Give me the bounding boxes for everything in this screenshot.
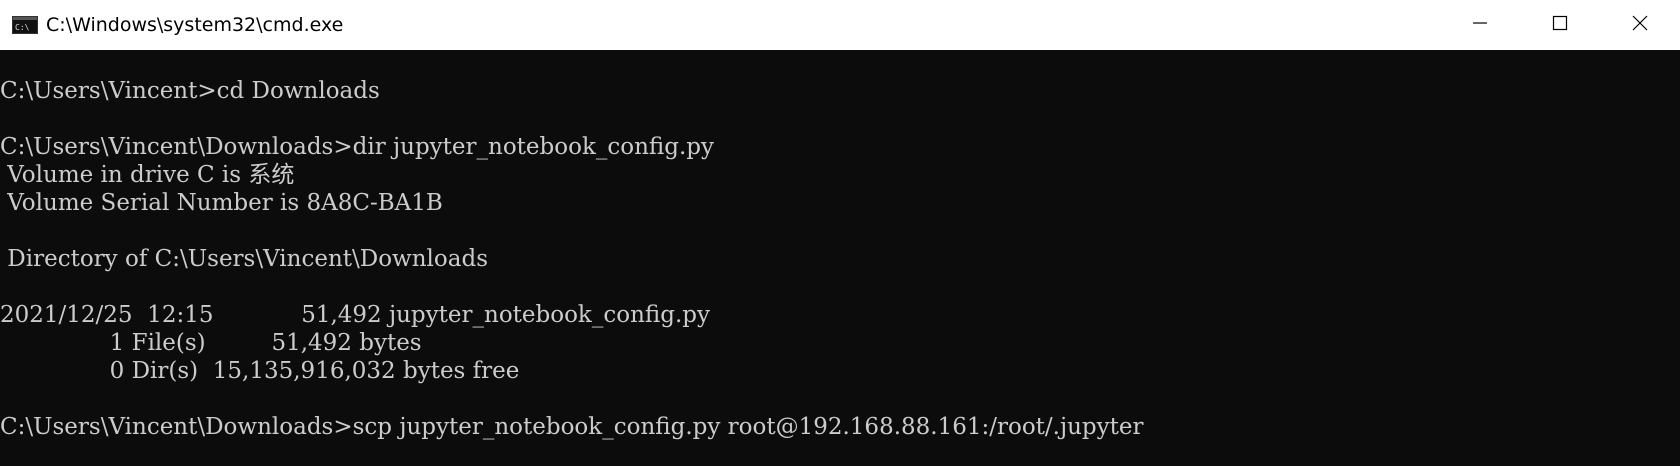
console-line: Volume Serial Number is 8A8C-BA1B (0, 190, 443, 216)
console-line: Directory of C:\Users\Vincent\Downloads (0, 246, 488, 272)
console-line: Volume in drive C is 系统 (0, 162, 295, 188)
svg-text:C:\: C:\ (15, 23, 30, 32)
console-output[interactable]: C:\Users\Vincent>cd Downloads C:\Users\V… (0, 50, 1680, 466)
maximize-icon (1552, 15, 1568, 36)
maximize-button[interactable] (1520, 0, 1600, 50)
window-controls (1440, 0, 1680, 50)
console-line: C:\Users\Vincent>cd Downloads (0, 78, 380, 104)
minimize-icon (1472, 15, 1488, 36)
close-icon (1632, 15, 1648, 36)
console-line: 1 File(s) 51,492 bytes (0, 330, 422, 356)
console-line: 2021/12/25 12:15 51,492 jupyter_notebook… (0, 302, 711, 328)
console-line: C:\Users\Vincent\Downloads>scp jupyter_n… (0, 414, 1144, 440)
console-line: 0 Dir(s) 15,135,916,032 bytes free (0, 358, 520, 384)
cmd-window: C:\ C:\Windows\system32\cmd.exe C:\Users… (0, 0, 1680, 466)
minimize-button[interactable] (1440, 0, 1520, 50)
console-line: C:\Users\Vincent\Downloads>dir jupyter_n… (0, 134, 715, 160)
window-title: C:\Windows\system32\cmd.exe (46, 14, 344, 36)
close-button[interactable] (1600, 0, 1680, 50)
cmd-app-icon[interactable]: C:\ (12, 16, 38, 34)
title-bar[interactable]: C:\ C:\Windows\system32\cmd.exe (0, 0, 1680, 50)
